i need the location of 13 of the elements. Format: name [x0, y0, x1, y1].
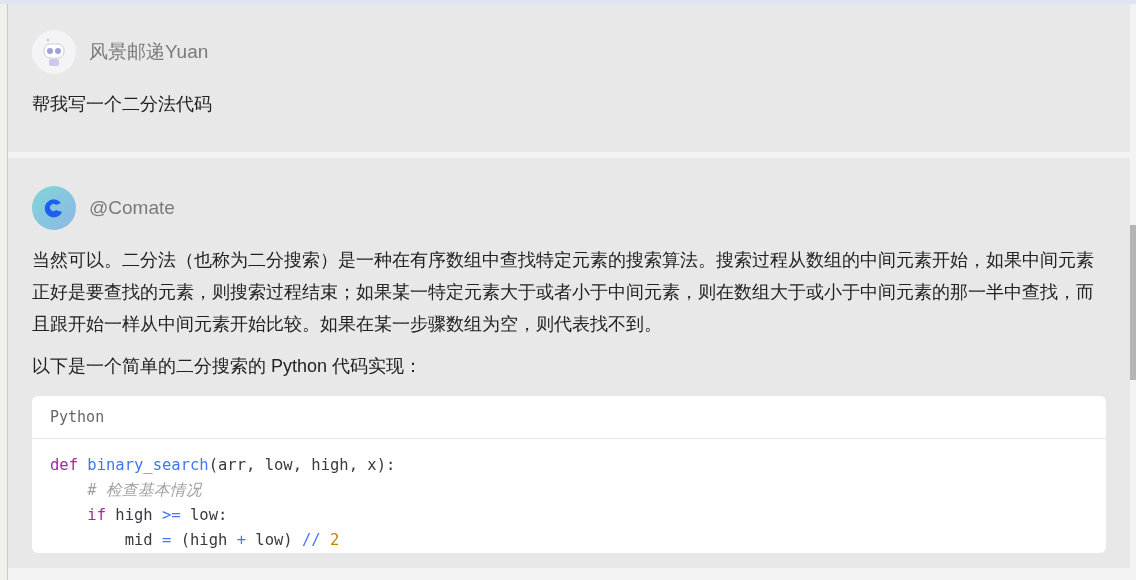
scrollbar-thumb[interactable] — [1130, 225, 1136, 380]
code-line: def binary_search(arr, low, high, x): — [50, 455, 397, 476]
robot-avatar-icon — [32, 30, 76, 74]
code-language-label: Python — [50, 408, 105, 426]
message-text: 帮我写一个二分法代码 — [32, 93, 213, 116]
code-line: # 检查基本情况 — [86, 480, 203, 501]
message-text: 当然可以。二分法（也称为二分搜索）是一种在有序数组中查找特定元素的搜索算法。搜索过程从数组的中间元素开始，如果中间元素正好是要查找的元素，则搜索过程结束；如果某一特定元素大于或者小于中间元素，则在数组大于或小于中间元素的那一半中查找，而且跟开始一样从中间元素开始比较。如果在某一步骤数组为空，则代表找不到。 — [32, 249, 1095, 336]
author-name: 风景邮递Yuan — [89, 40, 209, 64]
code-line: mid = (high + low) // 2 — [123, 530, 341, 551]
message-text: 以下是一个简单的二分搜索的 Python 代码实现： — [32, 355, 424, 378]
code-line: if high >= low: — [86, 505, 229, 526]
author-name: @Comate — [89, 197, 175, 219]
logo-avatar-icon — [32, 186, 76, 230]
